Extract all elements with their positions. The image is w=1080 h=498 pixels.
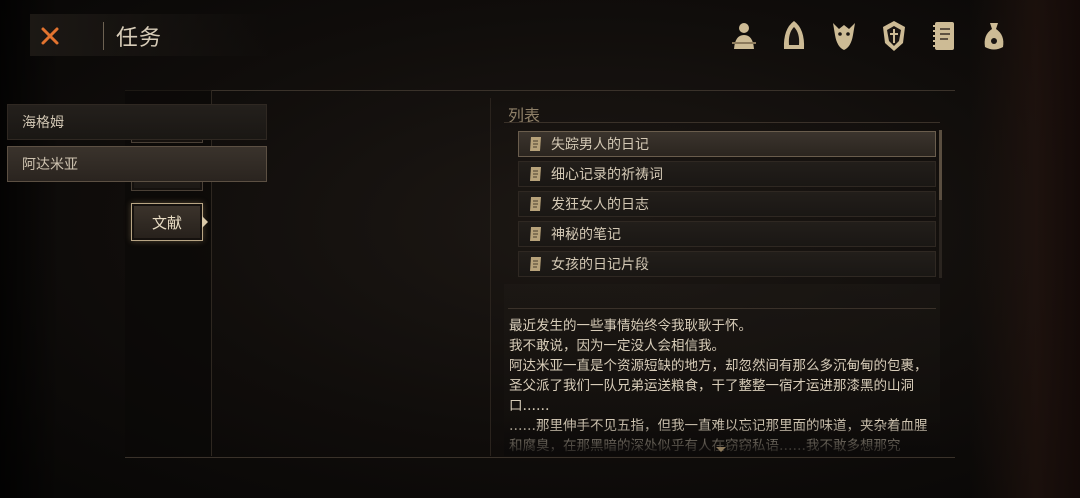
character-button[interactable] xyxy=(728,16,760,56)
close-icon xyxy=(41,27,59,45)
scroll-icon xyxy=(525,253,547,275)
character-icon xyxy=(732,23,756,49)
pouch-button[interactable] xyxy=(978,16,1010,56)
document-item[interactable]: 发狂女人的日志 xyxy=(518,191,936,217)
scroll-icon xyxy=(525,163,547,185)
shadow-left xyxy=(0,0,60,498)
text-divider xyxy=(508,308,936,309)
journal-button[interactable] xyxy=(928,16,960,56)
tab-label: 文献 xyxy=(151,213,182,232)
page-title: 任务 xyxy=(116,26,163,51)
hood-button[interactable] xyxy=(778,16,810,56)
close-button[interactable] xyxy=(34,20,66,52)
tab-documents[interactable]: 文献 xyxy=(131,203,203,241)
list-divider xyxy=(504,122,940,123)
document-label: 细心记录的祈祷词 xyxy=(551,167,663,183)
beast-icon xyxy=(833,23,855,50)
document-item[interactable]: 失踪男人的日记 xyxy=(518,131,936,157)
scroll-icon xyxy=(525,223,547,245)
region-label: 阿达米亚 xyxy=(22,157,78,173)
document-item[interactable]: 神秘的笔记 xyxy=(518,221,936,247)
beast-button[interactable] xyxy=(828,16,860,56)
scroll-icon xyxy=(525,133,547,155)
hood-icon xyxy=(783,21,805,49)
document-item[interactable]: 细心记录的祈祷词 xyxy=(518,161,936,187)
document-label: 女孩的日记片段 xyxy=(551,257,649,273)
tab-column xyxy=(125,90,212,456)
header-divider xyxy=(103,22,104,50)
region-item-adamia[interactable]: 阿达米亚 xyxy=(7,146,267,182)
region-item-heigmu[interactable]: 海格姆 xyxy=(7,104,267,140)
active-tab-indicator xyxy=(202,216,208,228)
pouch-icon xyxy=(984,23,1004,50)
document-label: 神秘的笔记 xyxy=(551,227,621,243)
scroll-icon xyxy=(525,193,547,215)
curtain-right xyxy=(970,0,1080,498)
region-label: 海格姆 xyxy=(22,115,64,131)
top-menu xyxy=(728,16,1010,56)
document-label: 失踪男人的日记 xyxy=(551,137,649,153)
shield-button[interactable] xyxy=(878,16,910,56)
shield-icon xyxy=(883,21,905,51)
journal-icon xyxy=(933,22,954,50)
list-scrollbar-thumb[interactable] xyxy=(939,130,942,200)
scroll-down-icon[interactable] xyxy=(716,447,726,452)
document-label: 发狂女人的日志 xyxy=(551,197,649,213)
document-item[interactable]: 女孩的日记片段 xyxy=(518,251,936,277)
